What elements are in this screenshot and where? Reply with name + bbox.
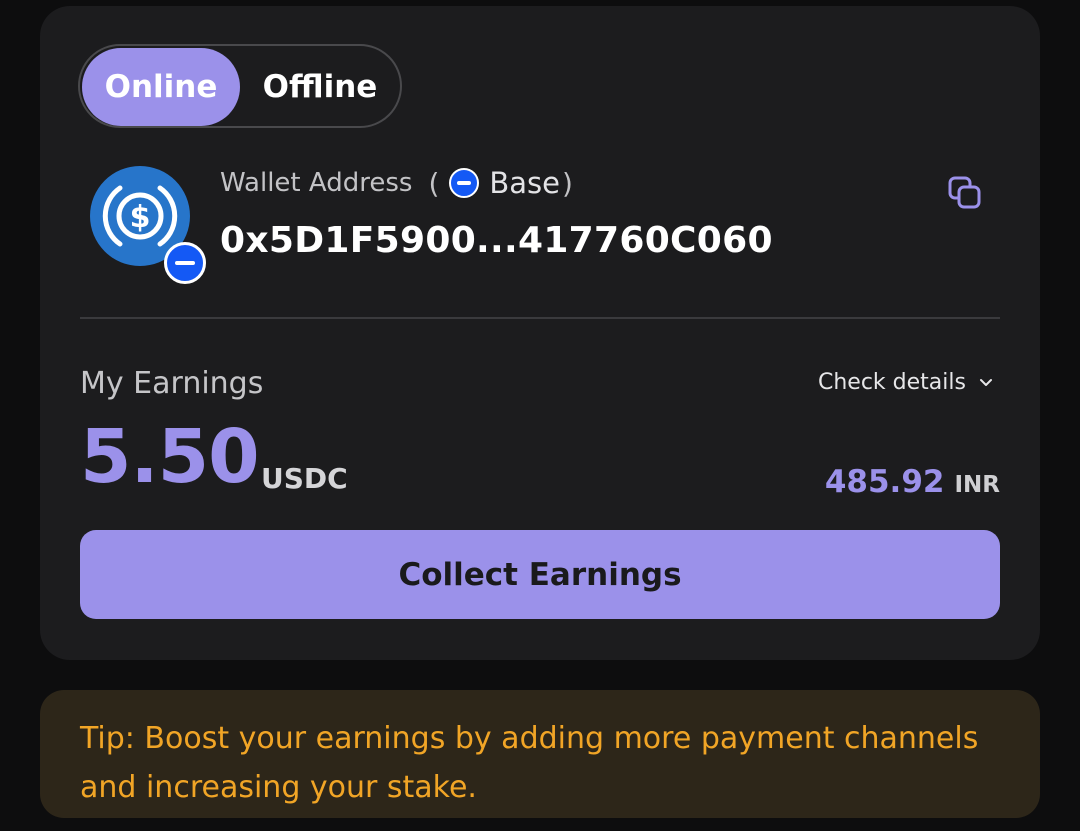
network-name: Base — [489, 166, 560, 200]
earnings-title: My Earnings — [80, 366, 264, 401]
earnings-unit: USDC — [261, 462, 348, 495]
paren-open: ( — [428, 166, 440, 200]
check-details-label: Check details — [818, 370, 966, 395]
fiat-unit: INR — [954, 472, 1000, 498]
tip-banner: Tip: Boost your earnings by adding more … — [40, 690, 1040, 818]
wallet-address-label: Wallet Address — [220, 168, 413, 198]
chevron-down-icon — [979, 378, 992, 386]
collect-earnings-button[interactable]: Collect Earnings — [80, 530, 1000, 619]
wallet-address: 0x5D1F5900...417760C060 — [220, 220, 773, 261]
paren-close: ) — [562, 166, 573, 200]
offline-option[interactable]: Offline — [242, 48, 398, 126]
wallet-label-row: Wallet Address ( Base ) — [220, 166, 573, 200]
tip-text: Tip: Boost your earnings by adding more … — [80, 721, 979, 805]
copy-icon[interactable] — [946, 174, 986, 214]
base-network-icon — [449, 168, 480, 198]
check-details-button[interactable]: Check details — [818, 370, 994, 395]
fiat-value: 485.92 INR — [825, 464, 1000, 500]
earnings-card: Online Offline $ Wallet Address ( Base )… — [40, 6, 1040, 660]
svg-text:$: $ — [130, 200, 151, 235]
status-toggle[interactable]: Online Offline — [78, 44, 402, 128]
base-network-icon — [164, 242, 206, 284]
divider — [80, 317, 1000, 319]
fiat-amount: 485.92 — [824, 464, 945, 500]
online-option[interactable]: Online — [82, 48, 240, 126]
earnings-amount: 5.50 — [80, 414, 260, 500]
